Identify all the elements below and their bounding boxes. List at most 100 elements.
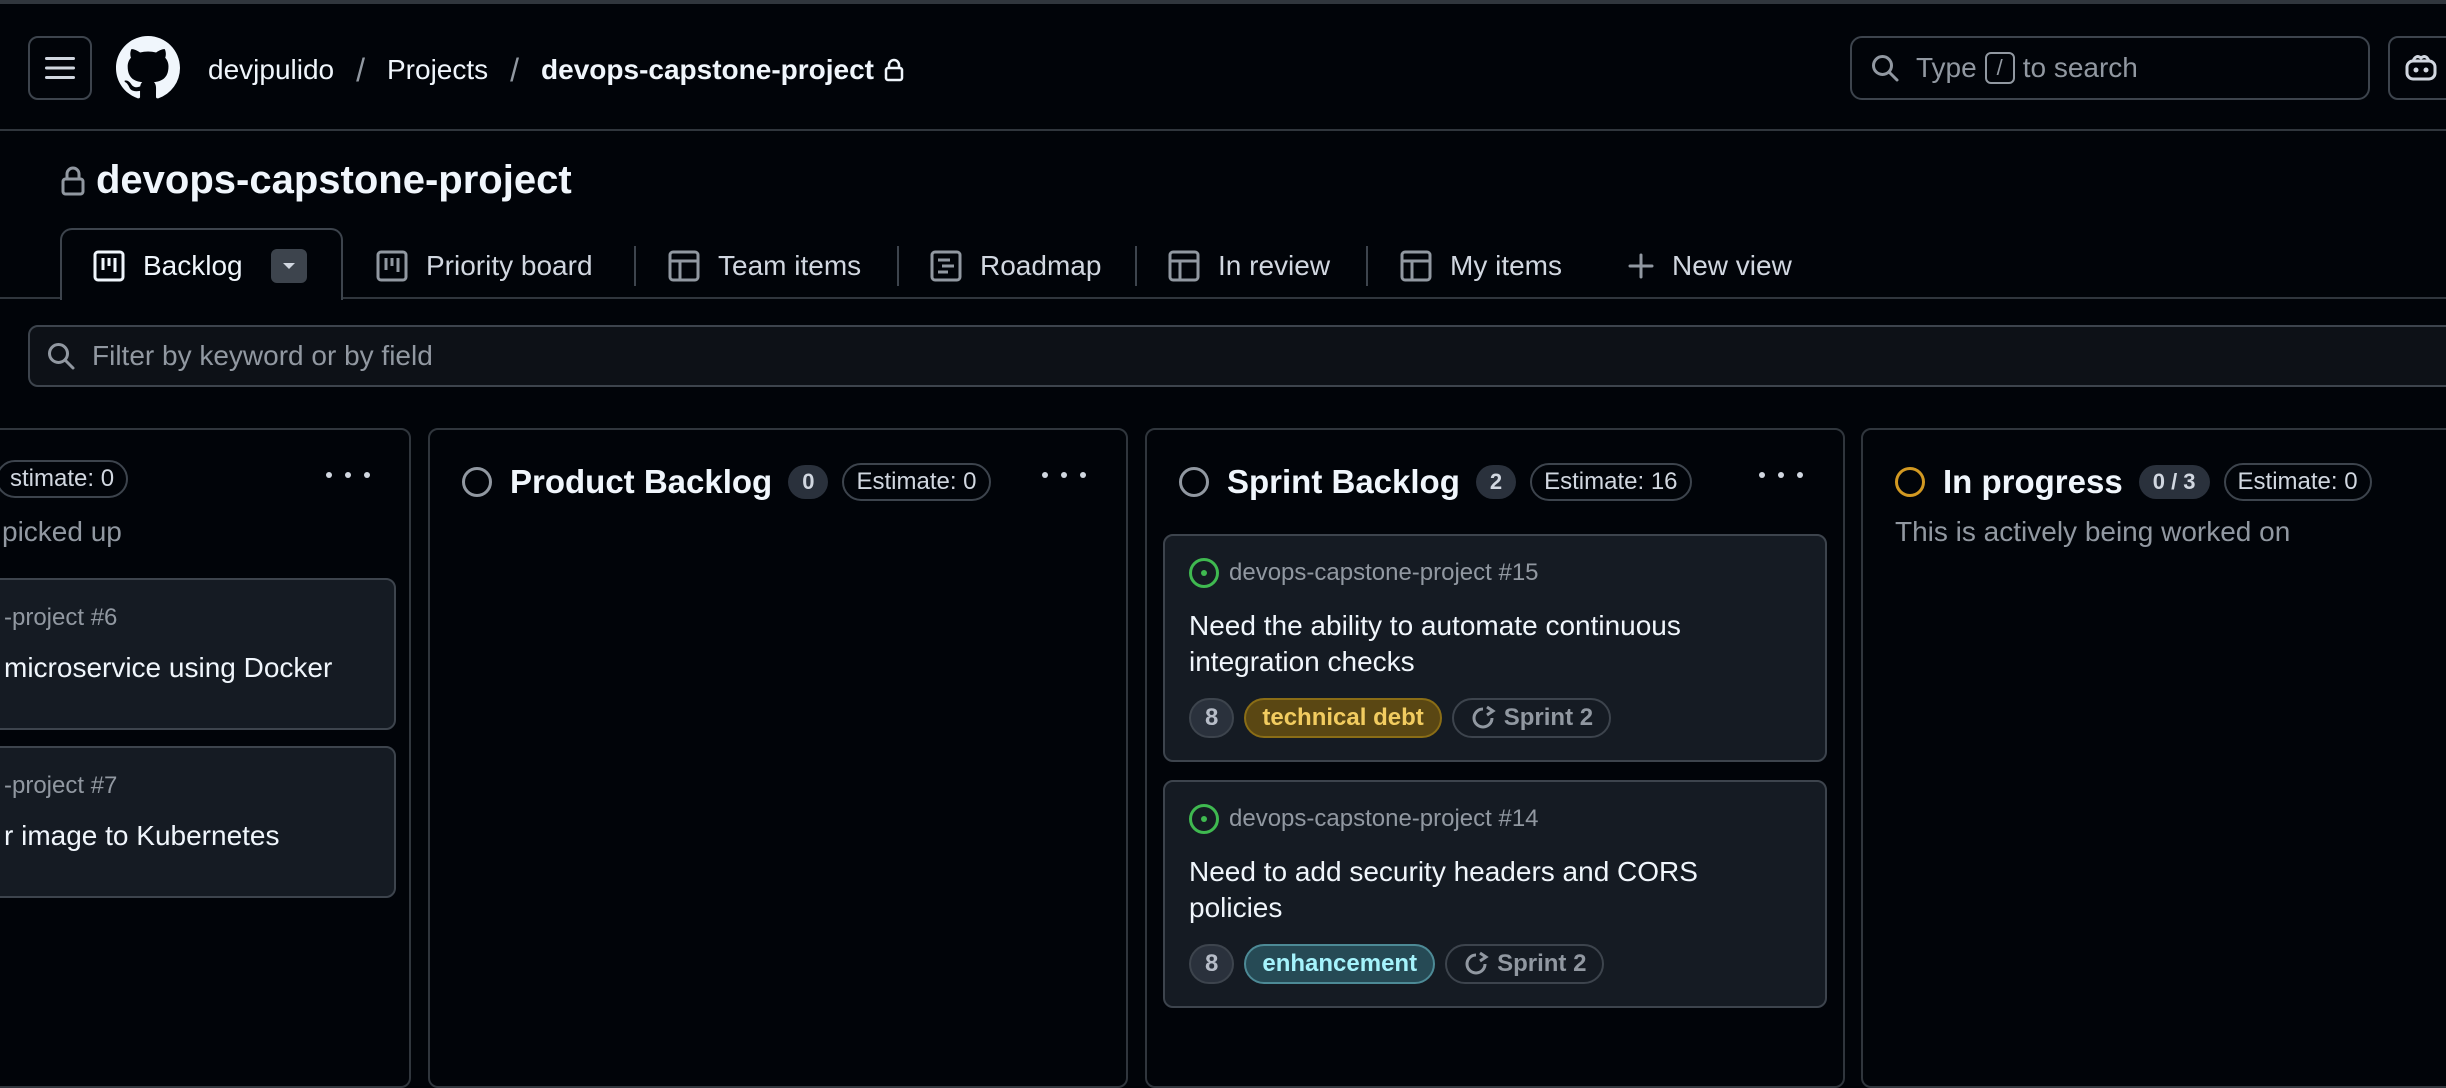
card-title-line: integration checks: [1189, 646, 1415, 677]
lock-icon: [884, 58, 904, 82]
card-title[interactable]: r image to Kubernetes: [4, 820, 280, 852]
column-count: 0: [788, 465, 829, 499]
board-card[interactable]: devops-capstone-project #15 Need the abi…: [1163, 534, 1827, 762]
column-menu-button[interactable]: [1042, 460, 1086, 490]
sprint-badge[interactable]: Sprint 2: [1451, 698, 1612, 738]
filter-input[interactable]: Filter by keyword or by field: [28, 325, 2446, 387]
column-estimate: Estimate: 16: [1530, 463, 1692, 501]
column-title: Product Backlog: [510, 463, 773, 500]
breadcrumb-projects[interactable]: Projects: [387, 54, 488, 86]
card-title[interactable]: Need the ability to automate continuous …: [1189, 608, 1681, 680]
iteration-icon: [1463, 951, 1489, 977]
column-count: 0 / 3: [2138, 465, 2210, 499]
column-menu-button[interactable]: [1759, 460, 1803, 490]
board-column-partial: stimate: 0 picked up -project #6 microse…: [0, 428, 411, 1088]
issue-open-icon: [1189, 558, 1219, 588]
iteration-icon: [1470, 705, 1496, 731]
card-reference-text: devops-capstone-project #15: [1229, 559, 1539, 586]
card-reference[interactable]: -project #7: [4, 772, 117, 800]
card-reference[interactable]: -project #6: [4, 604, 117, 632]
hamburger-menu-button[interactable]: [28, 36, 92, 100]
column-estimate: Estimate: 0: [2223, 463, 2372, 501]
roadmap-icon: [930, 250, 962, 282]
page-title: devops-capstone-project: [60, 158, 572, 203]
plus-icon: [1628, 253, 1654, 279]
card-title-line: Need the ability to automate continuous: [1189, 610, 1681, 641]
tab-team-items-label: Team items: [718, 250, 862, 281]
table-icon: [1168, 250, 1200, 282]
tab-in-review[interactable]: In review: [1168, 242, 1330, 290]
tabs-divider: [0, 297, 2446, 299]
estimate-badge: 8: [1189, 698, 1235, 738]
tab-backlog-dropdown[interactable]: [270, 249, 307, 283]
card-meta: 8 enhancement Sprint 2: [1189, 944, 1614, 984]
column-title: Sprint Backlog: [1227, 463, 1460, 500]
search-suffix: to search: [2022, 52, 2138, 83]
project-title: devops-capstone-project: [96, 158, 572, 202]
sprint-badge-label: Sprint 2: [1503, 704, 1594, 731]
tab-team-items[interactable]: Team items: [668, 242, 861, 290]
breadcrumb-project[interactable]: devops-capstone-project: [541, 54, 874, 86]
github-logo-icon[interactable]: [116, 36, 180, 100]
board-column-sprint-backlog: Sprint Backlog 2 Estimate: 16 devops-cap…: [1145, 428, 1845, 1088]
new-view-label: New view: [1672, 250, 1792, 281]
global-search-input[interactable]: Type / to search: [1850, 36, 2370, 100]
sprint-badge[interactable]: Sprint 2: [1445, 944, 1605, 984]
label-technical-debt[interactable]: technical debt: [1244, 698, 1442, 738]
column-estimate: Estimate: 0: [842, 463, 991, 501]
card-reference-text: devops-capstone-project #14: [1229, 805, 1539, 832]
sprint-badge-label: Sprint 2: [1497, 950, 1587, 977]
tab-priority-board[interactable]: Priority board: [376, 242, 593, 290]
card-title-line: policies: [1189, 892, 1283, 923]
copilot-icon: [2405, 55, 2437, 81]
tab-priority-board-label: Priority board: [426, 250, 593, 281]
breadcrumb-owner[interactable]: devjpulido: [208, 54, 334, 86]
table-icon: [668, 250, 700, 282]
board-card[interactable]: -project #6 microservice using Docker: [0, 578, 396, 730]
tab-separator: [1366, 246, 1368, 286]
tab-backlog-label: Backlog: [143, 250, 243, 281]
card-reference[interactable]: devops-capstone-project #15: [1189, 558, 1539, 588]
board-card[interactable]: -project #7 r image to Kubernetes: [0, 746, 396, 898]
estimate-badge: 8: [1189, 944, 1235, 984]
card-title[interactable]: Need to add security headers and CORS po…: [1189, 854, 1698, 926]
global-header: devjpulido / Projects / devops-capstone-…: [0, 4, 2446, 131]
status-circle-icon: [1895, 467, 1925, 497]
column-header: Product Backlog 0 Estimate: 0: [462, 460, 991, 504]
tab-roadmap-label: Roadmap: [980, 250, 1102, 281]
tab-my-items[interactable]: My items: [1400, 242, 1562, 290]
new-view-button[interactable]: New view: [1628, 242, 1792, 290]
board-icon: [93, 250, 125, 282]
search-shortcut-key: /: [1984, 52, 2015, 84]
column-estimate: stimate: 0: [0, 460, 129, 498]
label-enhancement[interactable]: enhancement: [1244, 944, 1436, 984]
card-title[interactable]: microservice using Docker: [4, 652, 332, 684]
column-title: In progress: [1943, 463, 2123, 500]
copilot-button[interactable]: [2388, 36, 2446, 100]
tab-backlog[interactable]: Backlog: [93, 242, 307, 290]
column-menu-button[interactable]: [326, 460, 370, 490]
lock-icon: [60, 165, 86, 197]
search-icon: [1870, 53, 1900, 83]
issue-open-icon: [1189, 804, 1219, 834]
breadcrumb: devjpulido / Projects / devops-capstone-…: [208, 48, 904, 92]
card-title-line: Need to add security headers and CORS: [1189, 856, 1698, 887]
column-header: In progress 0 / 3 Estimate: 0: [1895, 460, 2372, 504]
card-reference[interactable]: devops-capstone-project #14: [1189, 804, 1539, 834]
column-header: Sprint Backlog 2 Estimate: 16: [1179, 460, 1692, 504]
tab-separator: [1135, 246, 1137, 286]
status-circle-icon: [1179, 467, 1209, 497]
breadcrumb-separator: /: [510, 51, 520, 88]
tab-separator: [897, 246, 899, 286]
tab-in-review-label: In review: [1218, 250, 1331, 281]
breadcrumb-separator: /: [356, 51, 365, 88]
board-card[interactable]: devops-capstone-project #14 Need to add …: [1163, 780, 1827, 1008]
status-circle-icon: [462, 467, 492, 497]
table-icon: [1400, 250, 1432, 282]
tab-my-items-label: My items: [1450, 250, 1562, 281]
search-prefix: Type: [1916, 52, 1977, 83]
filter-placeholder: Filter by keyword or by field: [92, 340, 433, 371]
board-icon: [376, 250, 408, 282]
tab-separator: [634, 246, 636, 286]
tab-roadmap[interactable]: Roadmap: [930, 242, 1101, 290]
